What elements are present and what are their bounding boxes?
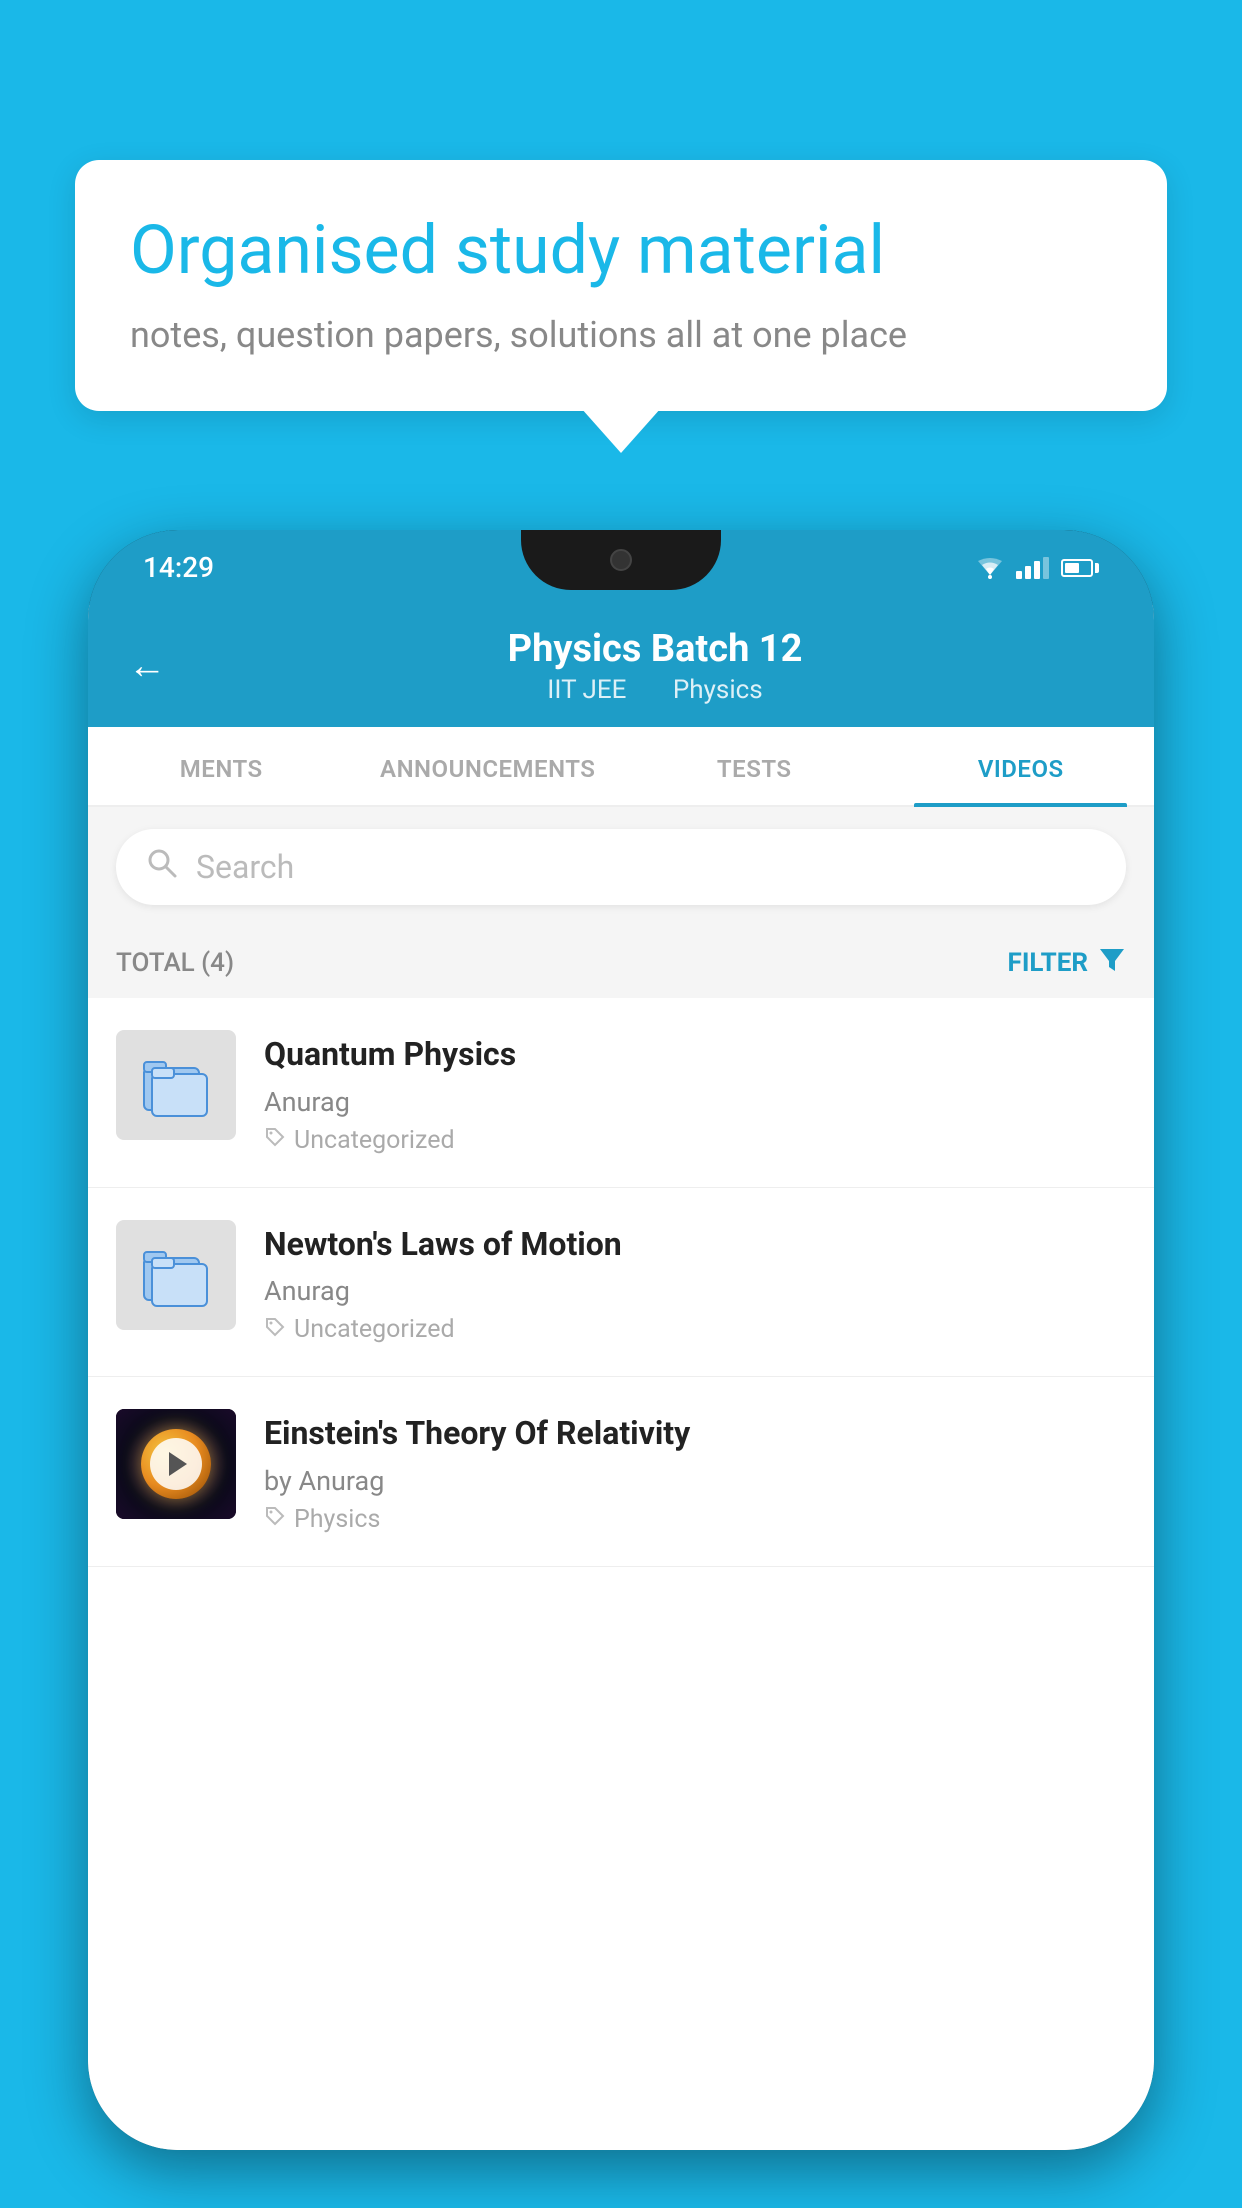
video-tag-1: Uncategorized: [264, 1126, 1126, 1155]
phone-frame: 14:29: [88, 530, 1154, 2150]
search-box[interactable]: Search: [116, 829, 1126, 905]
filter-icon: [1098, 945, 1126, 980]
video-info-1: Quantum Physics Anurag Uncategorized: [264, 1030, 1126, 1155]
tab-ments[interactable]: MENTS: [88, 727, 355, 805]
video-tag-label-1: Uncategorized: [294, 1126, 455, 1155]
phone-notch: [521, 530, 721, 590]
search-icon: [146, 847, 178, 887]
back-button[interactable]: ←: [128, 644, 166, 688]
play-triangle-icon: [169, 1452, 187, 1476]
bubble-subtitle: notes, question papers, solutions all at…: [130, 314, 1112, 356]
video-author-1: Anurag: [264, 1086, 1126, 1118]
signal-icon: [1016, 557, 1049, 579]
camera-dot: [610, 549, 632, 571]
phone-wrapper: 14:29: [88, 530, 1154, 2208]
status-time: 14:29: [143, 551, 214, 584]
tag-icon-2: [264, 1316, 286, 1344]
video-thumbnail-1: [116, 1030, 236, 1140]
video-tag-label-2: Uncategorized: [294, 1315, 455, 1344]
video-thumbnail-2: [116, 1220, 236, 1330]
header-title-area: Physics Batch 12 IIT JEE Physics: [196, 627, 1114, 705]
header-subtitle-iit: IIT JEE: [547, 675, 626, 705]
folder-icon: [136, 1050, 216, 1120]
filter-button[interactable]: FILTER: [1008, 945, 1126, 980]
play-button-3[interactable]: [150, 1438, 202, 1490]
video-title-2: Newton's Laws of Motion: [264, 1224, 1126, 1266]
video-author-2: Anurag: [264, 1275, 1126, 1307]
search-container: Search: [88, 807, 1154, 927]
status-icons: [976, 557, 1099, 579]
tag-icon-3: [264, 1505, 286, 1533]
header-title: Physics Batch 12: [196, 627, 1114, 671]
video-title-1: Quantum Physics: [264, 1034, 1126, 1076]
video-tag-2: Uncategorized: [264, 1315, 1126, 1344]
video-list: Quantum Physics Anurag Uncategorized: [88, 998, 1154, 2150]
video-info-2: Newton's Laws of Motion Anurag Uncategor…: [264, 1220, 1126, 1345]
header-subtitle-physics: Physics: [673, 675, 763, 705]
tabs-bar: MENTS ANNOUNCEMENTS TESTS VIDEOS: [88, 727, 1154, 807]
filter-bar: TOTAL (4) FILTER: [88, 927, 1154, 998]
video-tag-label-3: Physics: [294, 1505, 380, 1534]
tab-tests[interactable]: TESTS: [621, 727, 888, 805]
header-subtitle: IIT JEE Physics: [196, 675, 1114, 705]
video-info-3: Einstein's Theory Of Relativity by Anura…: [264, 1409, 1126, 1534]
video-thumbnail-3: [116, 1409, 236, 1519]
speech-bubble: Organised study material notes, question…: [75, 160, 1167, 411]
app-header: ← Physics Batch 12 IIT JEE Physics: [88, 605, 1154, 727]
phone-screen: ← Physics Batch 12 IIT JEE Physics MENTS…: [88, 605, 1154, 2150]
battery-icon: [1061, 559, 1099, 577]
list-item[interactable]: Newton's Laws of Motion Anurag Uncategor…: [88, 1188, 1154, 1378]
video-title-3: Einstein's Theory Of Relativity: [264, 1413, 1126, 1455]
bubble-title: Organised study material: [130, 210, 1112, 292]
video-author-3: by Anurag: [264, 1465, 1126, 1497]
filter-label: FILTER: [1008, 948, 1088, 978]
folder-icon-2: [136, 1240, 216, 1310]
video-tag-3: Physics: [264, 1505, 1126, 1534]
list-item[interactable]: Quantum Physics Anurag Uncategorized: [88, 998, 1154, 1188]
status-bar: 14:29: [88, 530, 1154, 605]
search-input[interactable]: Search: [196, 848, 294, 886]
total-count: TOTAL (4): [116, 948, 234, 978]
wifi-icon: [976, 557, 1004, 579]
tag-icon-1: [264, 1126, 286, 1154]
list-item[interactable]: Einstein's Theory Of Relativity by Anura…: [88, 1377, 1154, 1567]
tab-videos[interactable]: VIDEOS: [888, 727, 1155, 805]
tab-announcements[interactable]: ANNOUNCEMENTS: [355, 727, 622, 805]
